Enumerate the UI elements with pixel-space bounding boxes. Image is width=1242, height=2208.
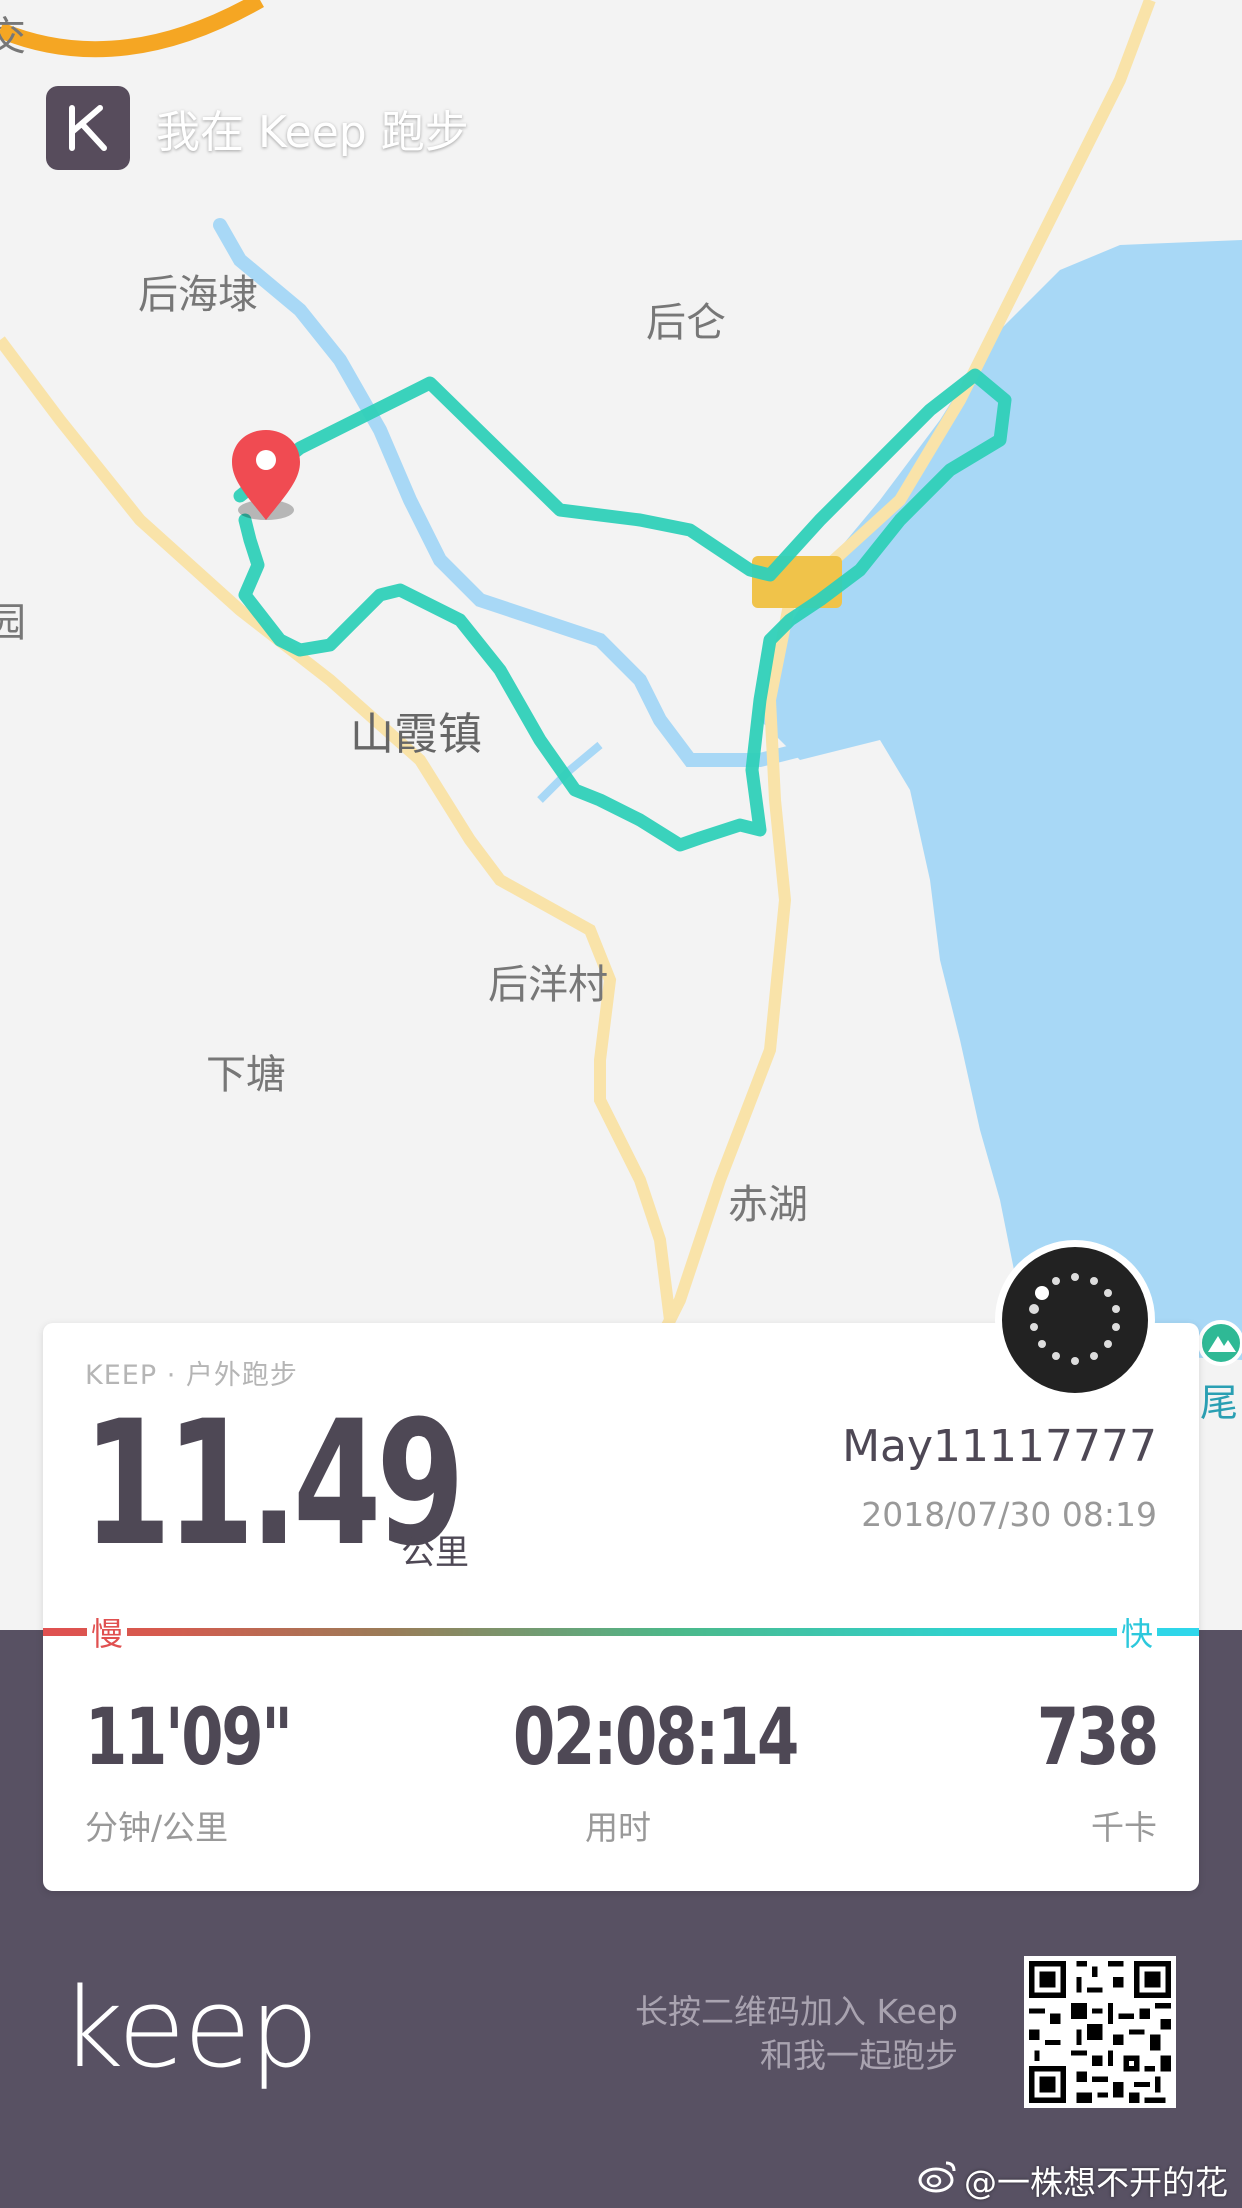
duration-label: 用时: [585, 1808, 651, 1847]
run-summary-card: KEEP · 户外跑步 11.49 公里 May11117777 2018/07…: [43, 1323, 1199, 1891]
qr-instructions: 长按二维码加入 Keep 和我一起跑步: [635, 1990, 958, 2078]
watermark-text: @一株想不开的花: [964, 2163, 1228, 2202]
calories-value: 738: [1037, 1693, 1159, 1783]
qr-line-2: 和我一起跑步: [760, 2036, 958, 2075]
slow-label: 慢: [87, 1609, 128, 1655]
keep-banner: 我在 Keep 跑步: [46, 86, 469, 170]
map-label-houyang: 后洋村: [488, 962, 608, 1008]
poi-label: 尾: [1200, 1381, 1239, 1425]
username[interactable]: May11117777: [842, 1421, 1157, 1472]
user-avatar[interactable]: [995, 1240, 1155, 1400]
pace-gradient-bar: [43, 1628, 1199, 1636]
start-pin-icon: [232, 430, 300, 520]
distance-unit: 公里: [401, 1533, 469, 1573]
fast-label: 快: [1116, 1609, 1157, 1655]
map-label-houhaidai: 后海埭: [138, 272, 258, 318]
weibo-watermark: @一株想不开的花: [918, 2156, 1228, 2204]
map-label-xiatang: 下塘: [206, 1052, 286, 1098]
map-label-chihu: 赤湖: [728, 1182, 808, 1228]
pace-value: 11'09": [85, 1693, 293, 1783]
map-label-houcang: 后仑: [646, 300, 726, 346]
pace-label: 分钟/公里: [85, 1808, 229, 1847]
run-datetime: 2018/07/30 08:19: [861, 1495, 1157, 1534]
keep-wordmark: keep: [60, 1964, 319, 2092]
mountain-icon[interactable]: [1198, 1320, 1242, 1366]
map-label-shanxia: 山霞镇: [350, 709, 482, 760]
calories-label: 千卡: [1091, 1808, 1157, 1847]
keep-k-logo-icon: [46, 86, 130, 170]
map-label-edge-top: 交: [0, 14, 26, 60]
banner-text: 我在 Keep 跑步: [156, 107, 469, 158]
weibo-icon: [918, 2159, 958, 2201]
qr-code-icon[interactable]: [1024, 1956, 1176, 2108]
qr-line-1: 长按二维码加入 Keep: [634, 1992, 958, 2031]
map-label-edge-left: 园: [0, 600, 26, 646]
duration-value: 02:08:14: [513, 1693, 799, 1783]
